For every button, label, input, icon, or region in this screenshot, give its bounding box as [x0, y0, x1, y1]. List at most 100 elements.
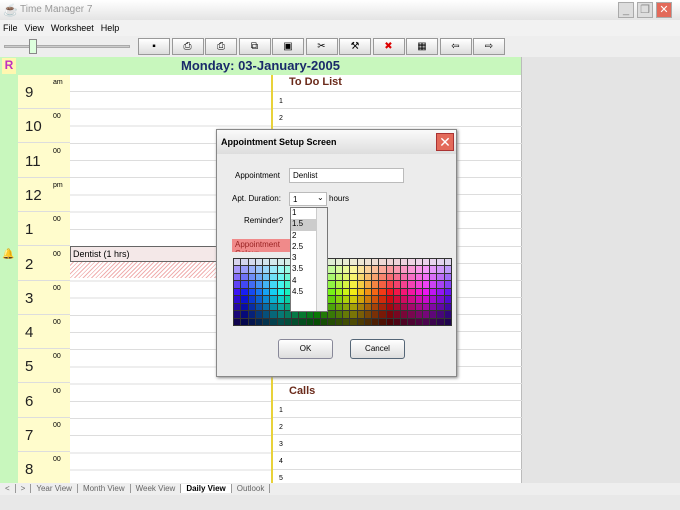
color-swatch[interactable] [422, 273, 430, 281]
color-swatch[interactable] [372, 303, 379, 311]
color-swatch[interactable] [255, 266, 263, 273]
color-swatch[interactable] [401, 311, 408, 318]
color-swatch[interactable] [422, 281, 430, 288]
color-swatch[interactable] [343, 259, 350, 266]
color-swatch[interactable] [415, 311, 422, 318]
color-swatch[interactable] [357, 288, 364, 296]
tab-year-view[interactable]: Year View [31, 484, 78, 493]
color-swatch[interactable] [401, 318, 408, 325]
color-swatch[interactable] [343, 311, 350, 318]
color-swatch[interactable] [422, 266, 430, 273]
color-swatch[interactable] [379, 288, 386, 296]
todo-line[interactable]: 3 [273, 435, 523, 453]
color-swatch[interactable] [437, 318, 444, 325]
color-swatch[interactable] [379, 259, 386, 266]
todo-line[interactable]: 1 [273, 92, 523, 110]
color-swatch[interactable] [430, 318, 437, 325]
color-swatch[interactable] [241, 281, 248, 288]
color-swatch[interactable] [277, 318, 284, 325]
toolbar-button[interactable]: ⇦ [439, 38, 472, 55]
toolbar-button[interactable]: ✖ [372, 38, 405, 55]
color-swatch[interactable] [263, 288, 270, 296]
color-swatch[interactable] [444, 273, 451, 281]
tab-week-view[interactable]: Week View [131, 484, 182, 493]
color-swatch[interactable] [415, 266, 422, 273]
todo-line[interactable]: 2 [273, 418, 523, 436]
todo-line[interactable]: 4 [273, 452, 523, 470]
r-button[interactable]: R [2, 58, 16, 74]
color-swatch[interactable] [393, 311, 401, 318]
color-swatch[interactable] [379, 311, 386, 318]
color-swatch[interactable] [270, 281, 277, 288]
color-swatch[interactable] [408, 288, 415, 296]
color-swatch[interactable] [277, 281, 284, 288]
color-swatch[interactable] [422, 311, 430, 318]
color-swatch[interactable] [328, 266, 335, 273]
color-swatch[interactable] [372, 259, 379, 266]
color-swatch[interactable] [241, 288, 248, 296]
color-swatch[interactable] [328, 281, 335, 288]
color-swatch[interactable] [241, 266, 248, 273]
color-swatch[interactable] [255, 311, 263, 318]
appointment-block[interactable]: Dentist (1 hrs) [70, 246, 220, 262]
tab-month-view[interactable]: Month View [78, 484, 131, 493]
color-swatch[interactable] [277, 303, 284, 311]
color-swatch[interactable] [437, 259, 444, 266]
color-swatch[interactable] [379, 273, 386, 281]
color-swatch[interactable] [328, 273, 335, 281]
color-swatch[interactable] [401, 288, 408, 296]
color-swatch[interactable] [386, 311, 393, 318]
color-swatch[interactable] [393, 303, 401, 311]
duration-dropdown-list[interactable]: 1 1.5 2 2.5 3 3.5 4 4.5 [290, 207, 328, 312]
color-swatch[interactable] [299, 318, 306, 325]
toolbar-button[interactable]: ⎙ [205, 38, 237, 55]
color-swatch[interactable] [364, 288, 372, 296]
todo-line[interactable]: 2 [273, 109, 523, 127]
color-swatch[interactable] [234, 281, 241, 288]
color-swatch[interactable] [255, 303, 263, 311]
color-swatch[interactable] [372, 318, 379, 325]
color-swatch[interactable] [415, 318, 422, 325]
color-swatch[interactable] [248, 288, 255, 296]
color-swatch[interactable] [270, 303, 277, 311]
color-swatch[interactable] [372, 288, 379, 296]
color-swatch[interactable] [386, 273, 393, 281]
color-swatch[interactable] [415, 259, 422, 266]
menu-view[interactable]: View [22, 20, 48, 33]
color-swatch[interactable] [357, 266, 364, 273]
color-swatch[interactable] [350, 259, 357, 266]
color-swatch[interactable] [430, 288, 437, 296]
color-swatch[interactable] [386, 303, 393, 311]
color-swatch[interactable] [393, 273, 401, 281]
color-swatch[interactable] [335, 266, 342, 273]
minimize-button[interactable]: _ [618, 2, 634, 18]
color-swatch[interactable] [357, 281, 364, 288]
color-swatch[interactable] [248, 266, 255, 273]
color-swatch[interactable] [393, 318, 401, 325]
color-swatch[interactable] [350, 266, 357, 273]
menu-help[interactable]: Help [98, 20, 124, 33]
color-swatch[interactable] [372, 281, 379, 288]
color-swatch[interactable] [401, 296, 408, 303]
color-swatch[interactable] [248, 296, 255, 303]
color-swatch[interactable] [335, 318, 342, 325]
color-swatch[interactable] [372, 311, 379, 318]
color-swatch[interactable] [444, 296, 451, 303]
color-swatch[interactable] [422, 318, 430, 325]
color-swatch[interactable] [408, 303, 415, 311]
color-swatch[interactable] [401, 281, 408, 288]
color-swatch[interactable] [401, 303, 408, 311]
menu-worksheet[interactable]: Worksheet [48, 20, 98, 33]
color-swatch[interactable] [255, 288, 263, 296]
color-swatch[interactable] [386, 296, 393, 303]
color-swatch[interactable] [284, 311, 292, 318]
color-swatch[interactable] [328, 311, 335, 318]
appointment-input[interactable]: Denlist [289, 168, 404, 183]
color-swatch[interactable] [248, 281, 255, 288]
tab-scroll-arrow[interactable]: > [16, 484, 32, 493]
color-swatch[interactable] [263, 296, 270, 303]
color-swatch[interactable] [234, 288, 241, 296]
color-swatch[interactable] [430, 303, 437, 311]
close-button[interactable]: ✕ [656, 2, 672, 18]
color-swatch[interactable] [364, 273, 372, 281]
